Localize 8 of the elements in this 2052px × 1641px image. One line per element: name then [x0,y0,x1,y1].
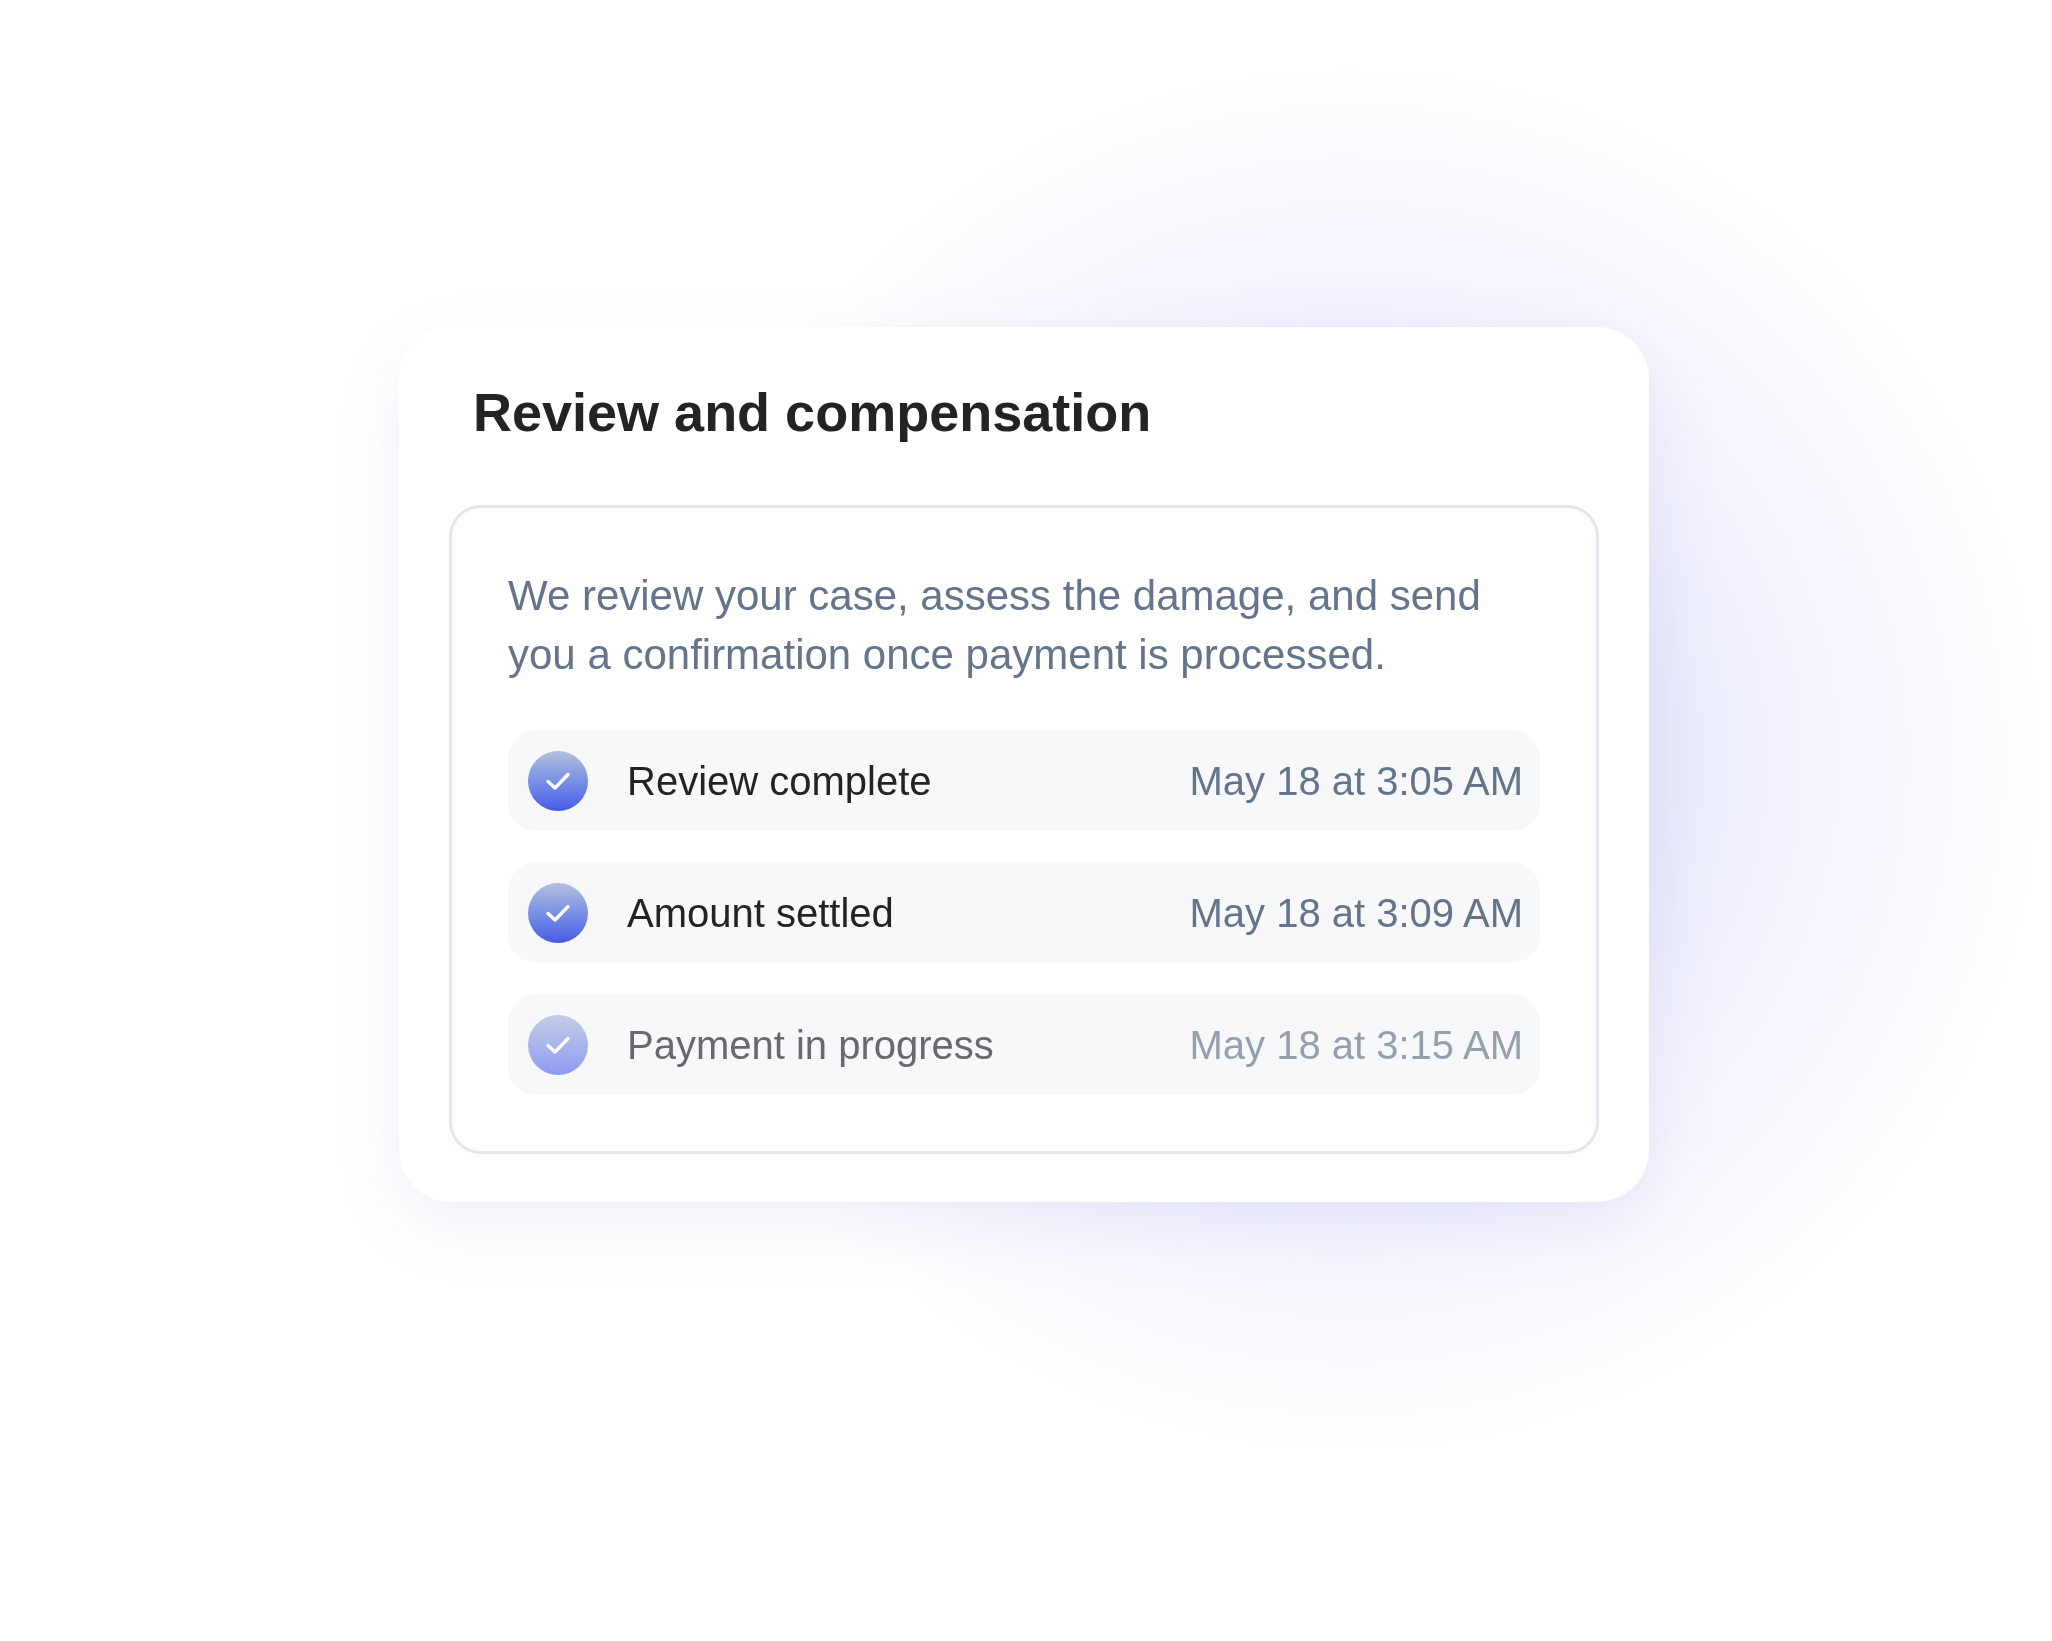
step-label: Payment in progress [627,1021,994,1069]
step-time: May 18 at 3:05 AM [1189,757,1523,805]
step-label: Amount settled [627,889,894,937]
step-time: May 18 at 3:09 AM [1189,889,1523,937]
step-time: May 18 at 3:15 AM [1189,1021,1523,1069]
description-text: We review your case, assess the damage, and send you a confirmation once payment is processed. [508,571,1482,680]
card-title: Review and compensation [473,381,1153,444]
step-label: Review complete [627,757,932,805]
